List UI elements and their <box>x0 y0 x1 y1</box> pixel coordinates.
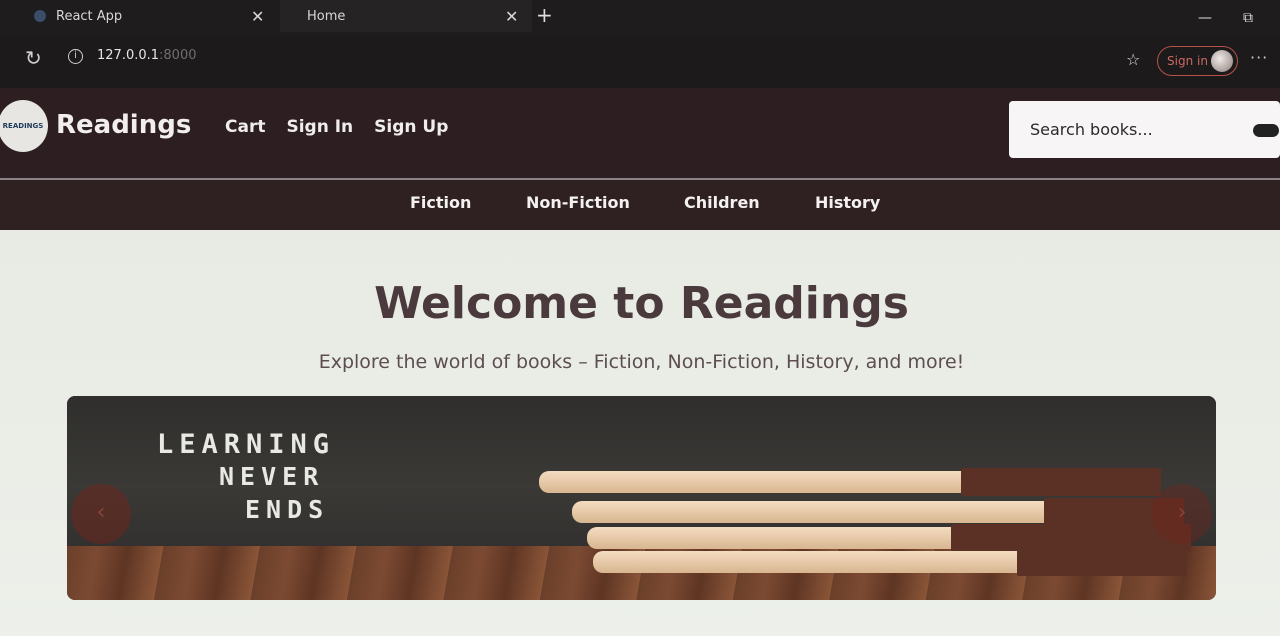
browser-address-bar: ↻ i 127.0.0.1:8000 ☆ Sign in ··· <box>0 36 1280 88</box>
site-header: READINGS Readings Cart Sign In Sign Up <box>0 88 1280 178</box>
close-tab-icon[interactable]: ✕ <box>251 7 264 26</box>
url-host: 127.0.0.1 <box>97 48 160 63</box>
banner-line: ENDS <box>245 495 330 524</box>
main-content: Welcome to Readings Explore the world of… <box>0 230 1280 636</box>
page-subtitle: Explore the world of books – Fiction, No… <box>318 351 965 373</box>
avatar <box>1211 50 1233 72</box>
browser-tab-bar: React App ✕ Home ✕ + — ⧉ <box>0 0 1280 36</box>
search-box <box>1009 101 1280 158</box>
book-illustration <box>539 468 1161 496</box>
book-illustration <box>593 548 1187 576</box>
favorites-icon[interactable]: ☆ <box>1126 50 1140 69</box>
nav-sign-up[interactable]: Sign Up <box>374 117 448 137</box>
react-favicon-icon <box>34 10 46 22</box>
restore-icon[interactable]: ⧉ <box>1243 10 1253 26</box>
nav-cart[interactable]: Cart <box>225 117 265 137</box>
category-fiction[interactable]: Fiction <box>410 193 471 212</box>
category-children[interactable]: Children <box>684 193 760 212</box>
nav-sign-in[interactable]: Sign In <box>286 117 353 137</box>
chevron-right-icon: › <box>1177 500 1187 525</box>
site-info-icon[interactable]: i <box>68 49 83 64</box>
url-port: :8000 <box>159 48 197 63</box>
hero-carousel[interactable]: LEARNING NEVER ENDS ‹ › <box>67 396 1216 600</box>
category-nav: Fiction Non-Fiction Children History <box>0 180 1280 230</box>
close-tab-icon[interactable]: ✕ <box>505 7 518 26</box>
top-nav: Cart Sign In Sign Up <box>225 117 448 137</box>
url-field[interactable]: 127.0.0.1:8000 <box>97 48 197 63</box>
reload-icon[interactable]: ↻ <box>25 46 42 70</box>
brand-name[interactable]: Readings <box>56 110 191 140</box>
more-options-icon[interactable]: ··· <box>1250 48 1268 67</box>
carousel-next-button[interactable]: › <box>1152 484 1212 544</box>
banner-line: NEVER <box>219 462 325 491</box>
search-input[interactable] <box>1009 101 1244 158</box>
new-tab-icon[interactable]: + <box>536 3 553 27</box>
tab-title: React App <box>56 8 123 24</box>
book-illustration <box>572 498 1184 526</box>
logo-text: READINGS <box>2 122 44 130</box>
banner-line: LEARNING <box>157 429 336 460</box>
minimize-icon[interactable]: — <box>1198 10 1212 26</box>
page-title: Welcome to Readings <box>374 278 909 329</box>
site-logo[interactable]: READINGS <box>0 100 48 152</box>
search-button[interactable] <box>1253 124 1279 137</box>
chevron-left-icon: ‹ <box>96 500 106 525</box>
category-non-fiction[interactable]: Non-Fiction <box>526 193 630 212</box>
tab-react-app[interactable]: React App ✕ <box>34 0 274 32</box>
browser-signin-button[interactable]: Sign in <box>1157 46 1238 76</box>
browser-signin-label: Sign in <box>1167 54 1208 68</box>
tab-home[interactable]: Home ✕ <box>280 0 532 32</box>
tab-title: Home <box>307 8 346 24</box>
category-history[interactable]: History <box>815 193 880 212</box>
carousel-prev-button[interactable]: ‹ <box>71 484 131 544</box>
